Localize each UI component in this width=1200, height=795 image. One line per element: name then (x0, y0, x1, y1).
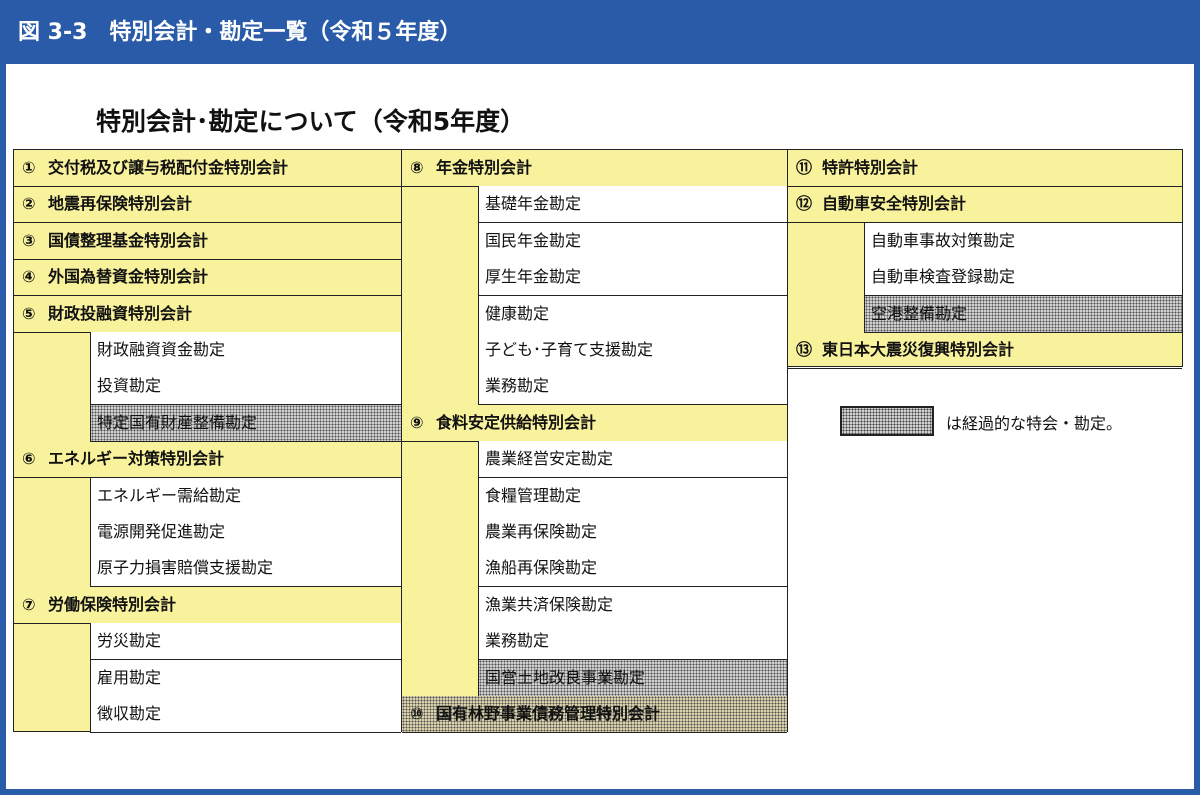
account-name: 特許特別会計 (822, 158, 919, 177)
sub-account-row: 子ども･子育て支援勘定 (478, 332, 787, 369)
special-account-a2: ② 地震再保険特別会計 (14, 186, 401, 224)
account-number: ⑥ (22, 449, 36, 469)
special-account-a13: ⑬ 東日本大震災復興特別会計 (788, 332, 1182, 369)
sub-account-row: 自動車事故対策勘定 (864, 222, 1182, 260)
sub-account-row: 食糧管理勘定 (478, 477, 787, 515)
sub-account-row: 投資勘定 (90, 368, 401, 406)
special-account-a8: ⑧ 年金特別会計 (402, 150, 787, 187)
account-name: 自動車安全特別会計 (822, 194, 967, 214)
account-number: ⑧ (410, 158, 424, 177)
sub-account-row: 国民年金勘定 (478, 222, 787, 260)
account-number: ⑩ (410, 704, 424, 723)
sub-account-row: 空港整備勘定 (864, 295, 1182, 333)
sub-account-row: 農業経営安定勘定 (478, 441, 787, 479)
account-column-2: ⑧ 年金特別会計基礎年金勘定 国民年金勘定 厚生年金勘定 健康勘定 子ども･子育て支援勘定… (401, 149, 788, 733)
account-name: 地震再保険特別会計 (48, 194, 193, 214)
sub-account-row: 徴収勘定 (90, 696, 401, 733)
account-number: ④ (22, 267, 36, 287)
account-name: 労働保険特別会計 (48, 594, 177, 614)
account-number: ② (22, 194, 36, 214)
account-number: ⑤ (22, 303, 36, 323)
figure-title: 図 3-3 特別会計・勘定一覧（令和５年度） (18, 20, 462, 45)
account-name: 食料安定供給特別会計 (436, 412, 597, 432)
special-account-a4: ④ 外国為替資金特別会計 (14, 259, 401, 297)
account-number: ⑬ (796, 340, 813, 359)
account-number: ③ (22, 230, 36, 250)
special-account-a11: ⑪ 特許特別会計 (788, 150, 1182, 187)
special-account-a6: ⑥ エネルギー対策特別会計 (14, 441, 401, 479)
account-column-3: ⑪ 特許特別会計 ⑫ 自動車安全特別会計自動車事故対策勘定 自動車検査登録勘定 空港整備勘… (787, 149, 1183, 369)
sub-account-row: 漁業共済保険勘定 (478, 586, 787, 624)
figure-header: 図 3-3 特別会計・勘定一覧（令和５年度） (0, 0, 1200, 64)
account-name: 交付税及び譲与税配付金特別会計 (48, 158, 289, 177)
account-number: ⑪ (796, 158, 813, 177)
special-account-a1: ① 交付税及び譲与税配付金特別会計 (14, 150, 401, 187)
account-number: ⑨ (410, 412, 424, 432)
sub-account-row: 国営土地改良事業勘定 (478, 659, 787, 697)
sub-account-row: 漁船再保険勘定 (478, 550, 787, 588)
account-number: ⑫ (796, 194, 813, 214)
sub-account-row: 雇用勘定 (90, 659, 401, 697)
account-name: 年金特別会計 (436, 158, 533, 177)
special-account-a5: ⑤ 財政投融資特別会計 (14, 296, 401, 333)
account-name: 外国為替資金特別会計 (48, 267, 209, 287)
sub-account-row: 健康勘定 (478, 295, 787, 333)
special-account-a3: ③ 国債整理基金特別会計 (14, 223, 401, 260)
account-name: 国債整理基金特別会計 (48, 230, 209, 250)
account-name: エネルギー対策特別会計 (48, 449, 225, 469)
special-account-a12: ⑫ 自動車安全特別会計 (788, 186, 1182, 224)
sub-account-row: 労災勘定 (90, 623, 401, 661)
sub-account-row: 厚生年金勘定 (478, 259, 787, 297)
sub-account-row: 電源開発促進勘定 (90, 514, 401, 551)
sub-account-row: 業務勘定 (478, 623, 787, 661)
special-account-a10: ⑩ 国有林野事業債務管理特別会計 (402, 696, 787, 733)
account-name: 東日本大震災復興特別会計 (822, 340, 1015, 359)
account-number: ① (22, 158, 36, 177)
sub-account-row: エネルギー需給勘定 (90, 477, 401, 515)
account-name: 財政投融資特別会計 (48, 303, 193, 323)
special-account-a9: ⑨ 食料安定供給特別会計 (402, 405, 787, 442)
account-column-1: ① 交付税及び譲与税配付金特別会計 ② 地震再保険特別会計 ③ 国債整理基金特別会計 ④ 外国… (13, 149, 402, 733)
sub-account-row: 特定国有財産整備勘定 (90, 404, 401, 442)
sub-account-row: 原子力損害賠償支援勘定 (90, 550, 401, 588)
sub-account-row: 業務勘定 (478, 368, 787, 406)
account-number: ⑦ (22, 594, 36, 614)
diagram-subtitle: 特別会計･勘定について（令和5年度） (96, 107, 526, 136)
sub-account-row: 財政融資資金勘定 (90, 332, 401, 369)
sub-account-row: 自動車検査登録勘定 (864, 259, 1182, 297)
sub-account-row: 基礎年金勘定 (478, 186, 787, 224)
legend-transitional-swatch (840, 406, 934, 436)
account-name: 国有林野事業債務管理特別会計 (436, 704, 661, 723)
special-account-a7: ⑦ 労働保険特別会計 (14, 587, 401, 624)
legend-text: は経過的な特会・勘定。 (946, 414, 1123, 433)
sub-account-row: 農業再保険勘定 (478, 514, 787, 551)
